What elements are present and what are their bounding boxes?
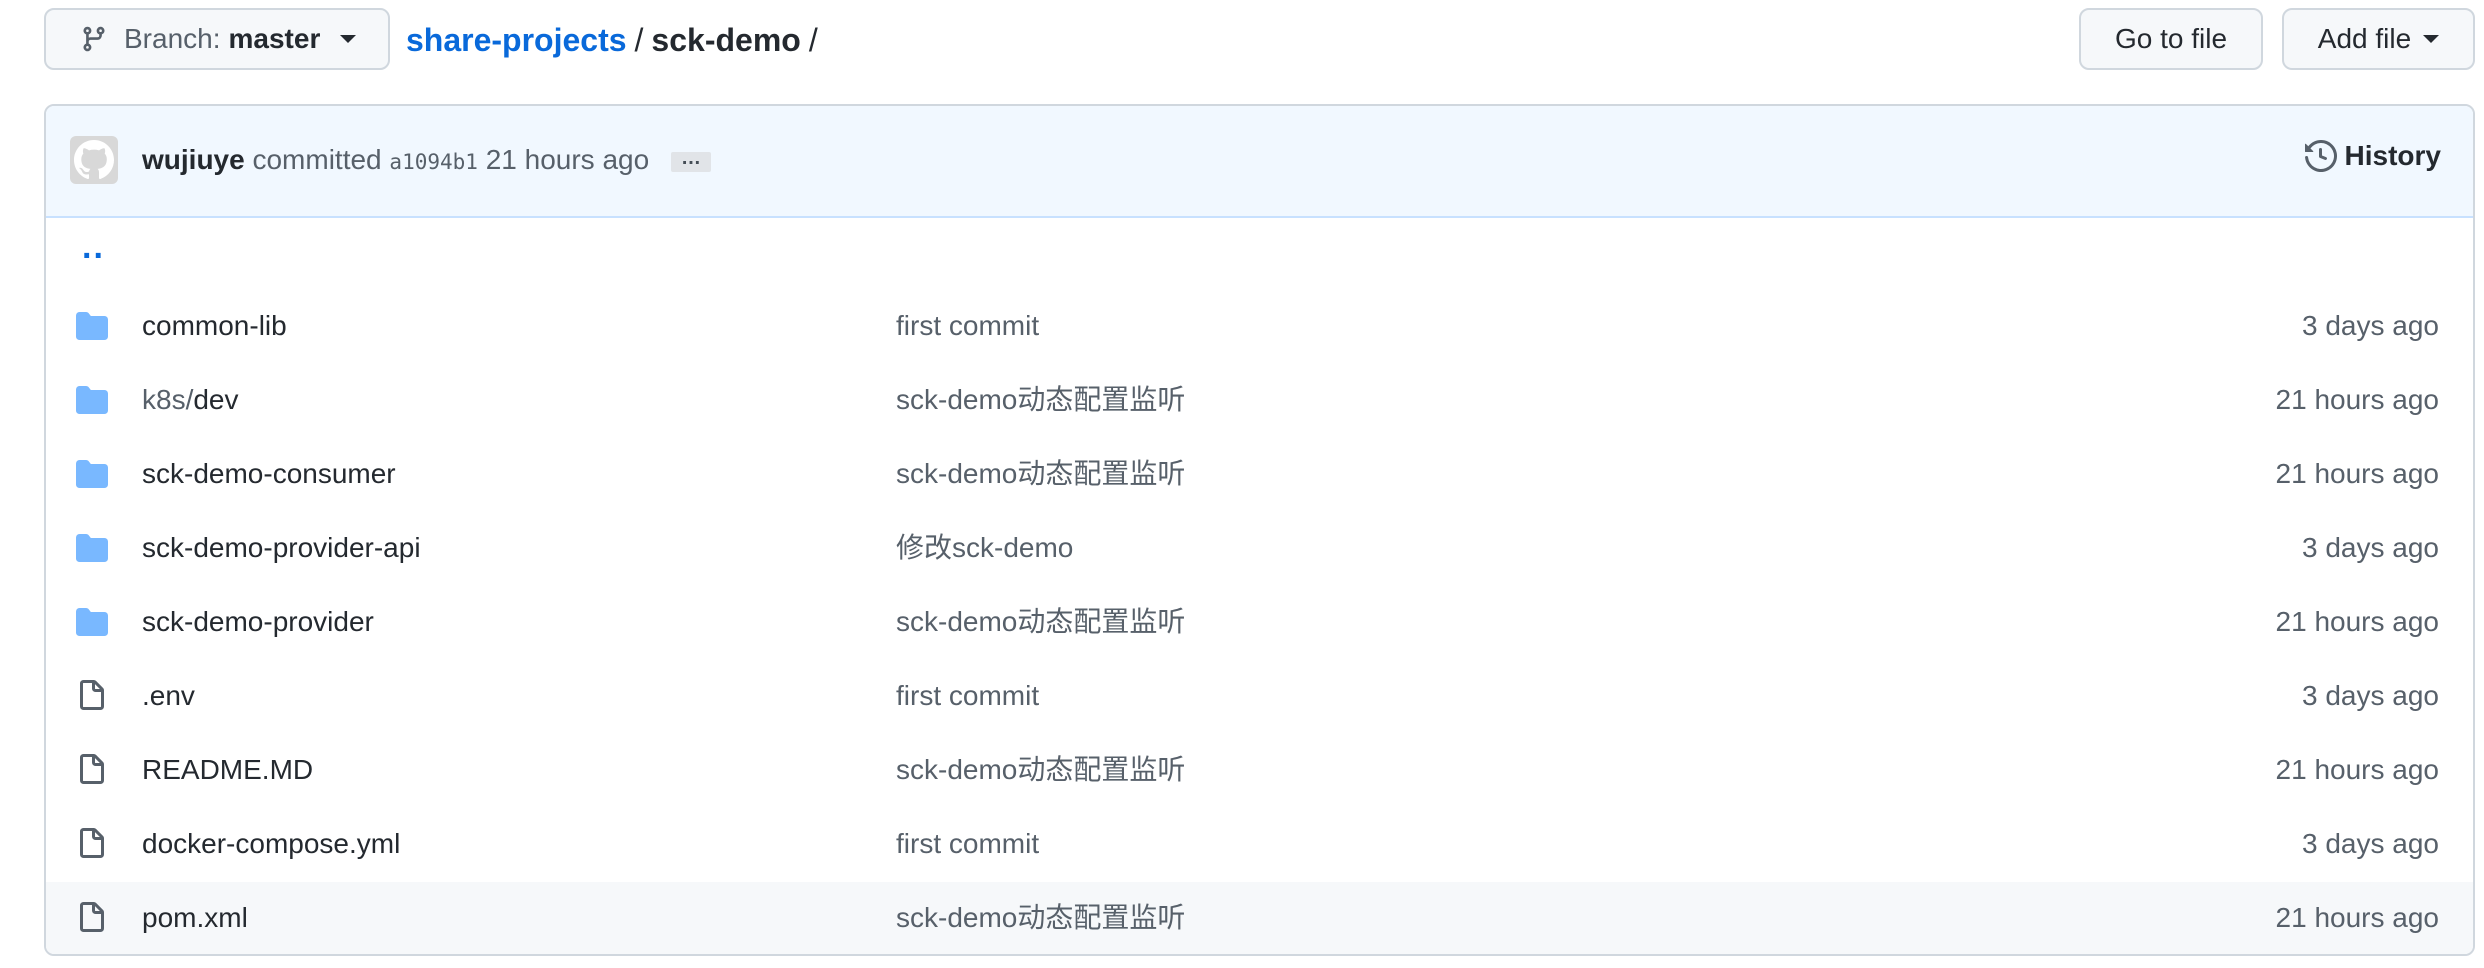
file-list: common-lib first commit 3 days ago k8s/dev s… (46, 290, 2473, 954)
folder-icon (76, 384, 108, 416)
file-name-link[interactable]: k8s/dev (142, 382, 239, 418)
file-name: dev (193, 384, 239, 415)
file-row[interactable]: README.MD sck-demo动态配置监听 21 hours ago (46, 734, 2473, 808)
file-row[interactable]: pom.xml sck-demo动态配置监听 21 hours ago (46, 882, 2473, 954)
breadcrumb-current-dir: sck-demo (651, 22, 801, 58)
branch-label: Branch: (124, 23, 221, 54)
commit-message-expand-button[interactable]: … (670, 148, 711, 172)
file-name-prefix: k8s/ (142, 384, 194, 415)
commit-age: 21 hours ago (2275, 384, 2439, 415)
file-name-link[interactable]: pom.xml (142, 900, 248, 936)
history-link[interactable]: History (2304, 140, 2441, 172)
file-row[interactable]: sck-demo-provider-api 修改sck-demo 3 days ag… (46, 512, 2473, 586)
add-file-button[interactable]: Add file (2282, 8, 2475, 70)
file-name: sck-demo-provider-api (142, 532, 421, 563)
commit-sha[interactable]: a1094b1 (389, 150, 478, 174)
breadcrumb-repo-link[interactable]: share-projects (406, 22, 627, 58)
file-row[interactable]: common-lib first commit 3 days ago (46, 290, 2473, 364)
breadcrumb-separator: / (634, 22, 644, 58)
commit-message-link[interactable]: sck-demo动态配置监听 (896, 900, 1185, 936)
file-name: pom.xml (142, 902, 248, 933)
file-name-link[interactable]: sck-demo-provider (142, 604, 374, 640)
chevron-down-icon (2423, 35, 2440, 43)
file-row[interactable]: sck-demo-consumer sck-demo动态配置监听 21 hours … (46, 438, 2473, 512)
file-name: README.MD (142, 754, 314, 785)
commit-age: 3 days ago (2302, 310, 2439, 341)
history-icon (2304, 140, 2337, 172)
commit-age: 3 days ago (2302, 532, 2439, 563)
file-name: docker-compose.yml (142, 828, 401, 859)
add-file-label: Add file (2317, 23, 2412, 54)
commit-message-link[interactable]: sck-demo动态配置监听 (896, 604, 1185, 640)
commit-age: 21 hours ago (2275, 754, 2439, 785)
github-mark-icon (74, 140, 114, 180)
file-icon (76, 754, 108, 786)
commit-age: 3 days ago (2302, 828, 2439, 859)
file-name-link[interactable]: sck-demo-provider-api (142, 530, 421, 566)
commit-message-link[interactable]: first commit (896, 678, 1039, 714)
commit-age: 21 hours ago (2275, 902, 2439, 933)
folder-icon (76, 532, 108, 564)
file-name-link[interactable]: .env (142, 678, 195, 714)
file-row[interactable]: k8s/dev sck-demo动态配置监听 21 hours ago (46, 364, 2473, 438)
file-name: common-lib (142, 310, 287, 341)
file-name-link[interactable]: common-lib (142, 308, 287, 344)
file-name-link[interactable]: sck-demo-consumer (142, 456, 396, 492)
file-name-link[interactable]: docker-compose.yml (142, 826, 400, 862)
commit-verb: committed (252, 144, 382, 175)
file-name-link[interactable]: README.MD (142, 752, 313, 788)
go-to-file-button[interactable]: Go to file (2079, 8, 2263, 70)
branch-name: master (228, 23, 321, 54)
file-name: .env (142, 680, 195, 711)
latest-commit-bar: wujiuye committed a1094b1 21 hours ago …… (46, 106, 2473, 218)
breadcrumb: share-projects / sck-demo / (406, 20, 826, 60)
branch-select-button[interactable]: Branch: master (44, 8, 390, 70)
commit-message-link[interactable]: first commit (896, 308, 1039, 344)
commit-author[interactable]: wujiuye (142, 144, 245, 175)
file-name: sck-demo-provider (142, 606, 374, 637)
folder-icon (76, 310, 108, 342)
parent-directory-row[interactable]: .. (46, 218, 2473, 290)
commit-age: 21 hours ago (2275, 458, 2439, 489)
breadcrumb-separator: / (808, 22, 818, 58)
file-browser: wujiuye committed a1094b1 21 hours ago …… (44, 104, 2475, 956)
commit-info: wujiuye committed a1094b1 21 hours ago … (142, 140, 711, 182)
commit-time: 21 hours ago (485, 144, 650, 175)
file-icon (76, 902, 108, 934)
commit-message-link[interactable]: 修改sck-demo (896, 530, 1073, 566)
commit-message-link[interactable]: first commit (896, 826, 1039, 862)
commit-message-link[interactable]: sck-demo动态配置监听 (896, 456, 1185, 492)
file-icon (76, 680, 108, 712)
commit-message-link[interactable]: sck-demo动态配置监听 (896, 382, 1185, 418)
folder-icon (76, 606, 108, 638)
folder-icon (76, 458, 108, 490)
file-row[interactable]: sck-demo-provider sck-demo动态配置监听 21 hours … (46, 586, 2473, 660)
file-icon (76, 828, 108, 860)
git-branch-icon (80, 25, 108, 53)
chevron-down-icon (340, 35, 357, 43)
file-row[interactable]: docker-compose.yml first commit 3 days ago (46, 808, 2473, 882)
history-label: History (2344, 140, 2441, 171)
file-row[interactable]: .env first commit 3 days ago (46, 660, 2473, 734)
repo-toolbar: Branch: master share-projects / sck-demo / … (44, 8, 2475, 72)
commit-age: 3 days ago (2302, 680, 2439, 711)
parent-directory-link[interactable]: .. (82, 228, 105, 267)
avatar[interactable] (70, 136, 118, 184)
commit-age: 21 hours ago (2275, 606, 2439, 637)
commit-message-link[interactable]: sck-demo动态配置监听 (896, 752, 1185, 788)
file-name: sck-demo-consumer (142, 458, 396, 489)
